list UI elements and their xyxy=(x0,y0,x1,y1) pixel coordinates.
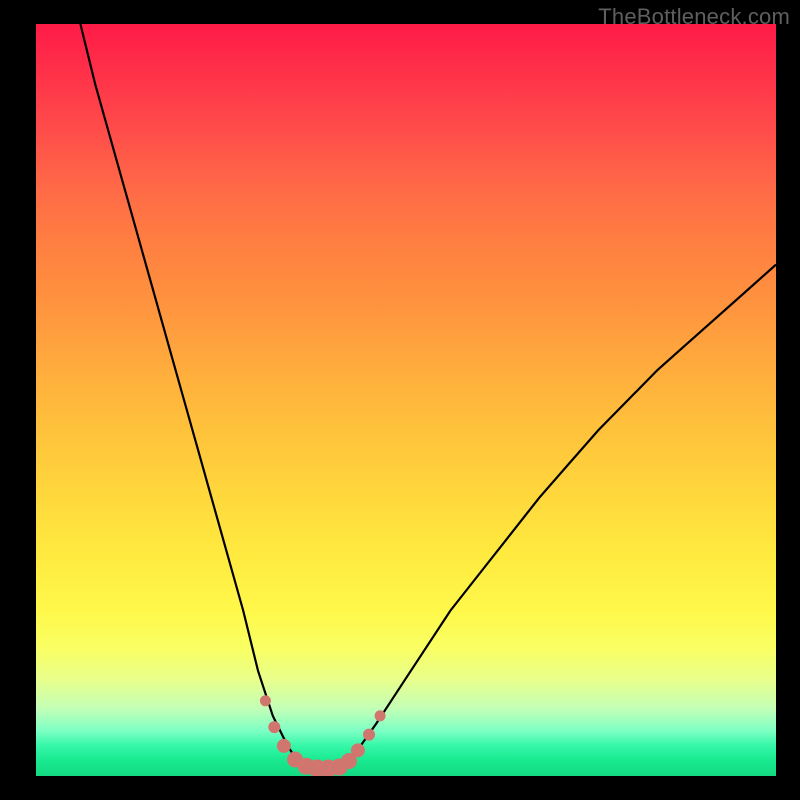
watermark-text: TheBottleneck.com xyxy=(598,4,790,30)
marker-point xyxy=(351,743,365,757)
marker-point xyxy=(375,710,386,721)
marker-point xyxy=(277,739,291,753)
marker-point xyxy=(268,721,280,733)
marker-point xyxy=(363,729,375,741)
highlight-markers xyxy=(36,24,776,776)
chart-frame: TheBottleneck.com xyxy=(0,0,800,800)
marker-point xyxy=(260,695,271,706)
plot-area xyxy=(36,24,776,776)
